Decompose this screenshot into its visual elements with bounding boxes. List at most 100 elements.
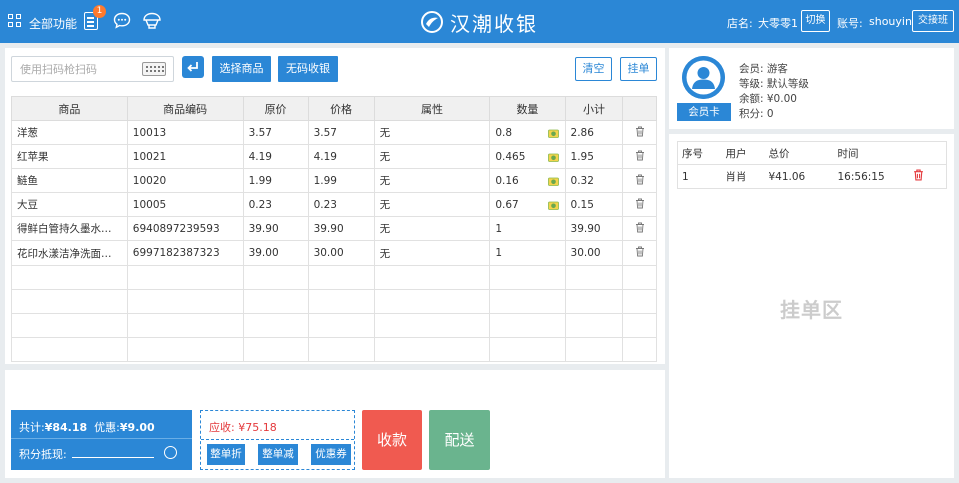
cell-subtotal: 30.00 [564,240,624,266]
empty-cell [489,288,566,314]
empty-cell [242,336,309,363]
empty-cell [373,264,491,290]
delete-item-icon[interactable] [635,150,645,161]
keyboard-icon[interactable] [142,62,166,76]
empty-cell [126,336,244,363]
delete-item-icon[interactable] [635,246,645,257]
cart-header-row: 商品 商品编码 原价 价格 属性 数量 小计 [11,96,657,121]
held-col-total: 总价 [764,141,834,165]
held-orders-table: 序号 用户 总价 时间 1 肖肖 ¥41.06 16:56:15 [677,141,947,189]
cell-attr: 无 [373,168,491,194]
deliver-button[interactable]: 配送 [429,410,490,470]
cell-subtotal: 1.95 [564,144,624,170]
empty-cell [564,264,624,290]
table-row[interactable]: 大豆 10005 0.23 0.23 无 0.67 0.15 [11,192,657,218]
table-row[interactable]: 红苹果 10021 4.19 4.19 无 0.465 1.95 [11,144,657,170]
delete-item-icon[interactable] [635,198,645,209]
hold-order-button[interactable]: 挂单 [620,57,657,81]
service-bell-icon[interactable] [142,11,162,31]
member-points-line: 积分: 0 [739,108,774,120]
cell-attr-text: 无 [379,223,391,236]
cell-qty[interactable]: 1 [489,216,566,242]
empty-cell [373,312,491,338]
held-order-row[interactable]: 1 肖肖 ¥41.06 16:56:15 [677,164,947,189]
cell-orig-price: 0.23 [242,192,309,218]
enter-icon[interactable] [182,56,204,78]
cell-attr-text: 无 [379,127,391,140]
coupon-button[interactable]: 优惠券 [311,444,351,465]
cell-subtotal-text: 0.15 [570,198,594,211]
delete-item-icon[interactable] [635,222,645,233]
cell-subtotal: 2.86 [564,119,624,146]
delete-item-icon[interactable] [635,174,645,185]
empty-cell [307,264,375,290]
cell-name-text: 得鲜白管持久墨水唇釉 [17,223,122,236]
cell-attr-text: 无 [379,151,391,164]
cell-code-text: 10021 [132,150,167,163]
empty-cell [564,288,624,314]
held-col-time: 时间 [833,141,909,165]
table-row[interactable]: 花印水漾洁净洗面乳组合 6997182387323 39.00 30.00 无 1 30.0… [11,240,657,266]
empty-cell [373,288,491,314]
points-redeem-input[interactable] [72,457,154,458]
whole-discount-button[interactable]: 整单折 [207,444,245,465]
scale-edit-icon[interactable] [547,152,559,162]
cell-qty[interactable]: 0.465 [489,144,566,170]
receivable-divider [201,439,354,440]
cell-action [622,168,657,194]
cell-code-text: 6940897239593 [132,222,220,235]
total-label: 共计: [19,421,45,434]
table-row[interactable]: 洋葱 10013 3.57 3.57 无 0.8 2.86 [11,119,657,146]
grid-menu-icon[interactable] [8,14,22,28]
empty-cell [126,288,244,314]
member-card-button[interactable]: 会员卡 [677,103,731,121]
scale-edit-icon[interactable] [547,200,559,211]
cell-price-text: 30.00 [313,247,344,260]
cell-attr-text: 无 [379,199,391,212]
cell-price-text: 0.23 [313,198,337,211]
cell-qty[interactable]: 0.16 [489,168,566,194]
cell-subtotal-text: 39.90 [570,222,601,235]
empty-cell [242,288,309,314]
shift-handover-button[interactable]: 交接班 [912,10,954,32]
switch-store-button[interactable]: 切换 [801,10,830,32]
points-toggle[interactable] [164,446,177,459]
whole-reduce-button[interactable]: 整单减 [258,444,298,465]
cell-subtotal: 39.90 [564,216,624,242]
summary-divider [11,438,192,439]
cell-qty[interactable]: 0.8 [489,119,566,146]
cell-orig-price-text: 3.57 [248,126,272,139]
scale-edit-icon[interactable] [547,128,559,138]
select-goods-button[interactable]: 选择商品 [212,56,271,82]
held-orders-body: 1 肖肖 ¥41.06 16:56:15 [677,164,947,189]
cell-qty[interactable]: 1 [489,240,566,266]
cell-price: 30.00 [307,240,375,266]
cell-qty[interactable]: 0.67 [489,192,566,218]
empty-cell [489,264,566,290]
chat-icon[interactable] [113,12,131,29]
table-row[interactable]: 得鲜白管持久墨水唇釉 6940897239593 39.90 39.90 无 1 39.90 [11,216,657,242]
discount-amount: ¥9.00 [119,421,155,434]
empty-cell [622,288,657,314]
scale-edit-icon[interactable] [547,176,559,187]
cell-price: 1.99 [307,168,375,194]
all-functions-link[interactable]: 全部功能 [29,15,77,32]
delete-held-order-icon[interactable] [913,169,924,181]
cell-code: 10013 [126,119,244,146]
held-col-user: 用户 [721,141,765,165]
cell-name-text: 鲢鱼 [17,175,38,188]
delete-item-icon[interactable] [635,126,645,137]
empty-cell [489,312,566,338]
cell-attr: 无 [373,144,491,170]
cell-orig-price: 39.00 [242,240,309,266]
held-col-no: 序号 [677,141,722,165]
no-code-checkout-button[interactable]: 无码收银 [278,56,338,82]
empty-cell [489,336,566,363]
table-row[interactable]: 鲢鱼 10020 1.99 1.99 无 0.16 0.32 [11,168,657,194]
store-label: 店名: [727,17,753,30]
empty-cell [126,312,244,338]
cell-price-text: 4.19 [313,150,337,163]
clear-button[interactable]: 清空 [575,57,612,81]
cart-table: 商品 商品编码 原价 价格 属性 数量 小计 洋葱 10013 3.57 3.57 无 0… [11,96,657,363]
pay-button[interactable]: 收款 [362,410,422,470]
